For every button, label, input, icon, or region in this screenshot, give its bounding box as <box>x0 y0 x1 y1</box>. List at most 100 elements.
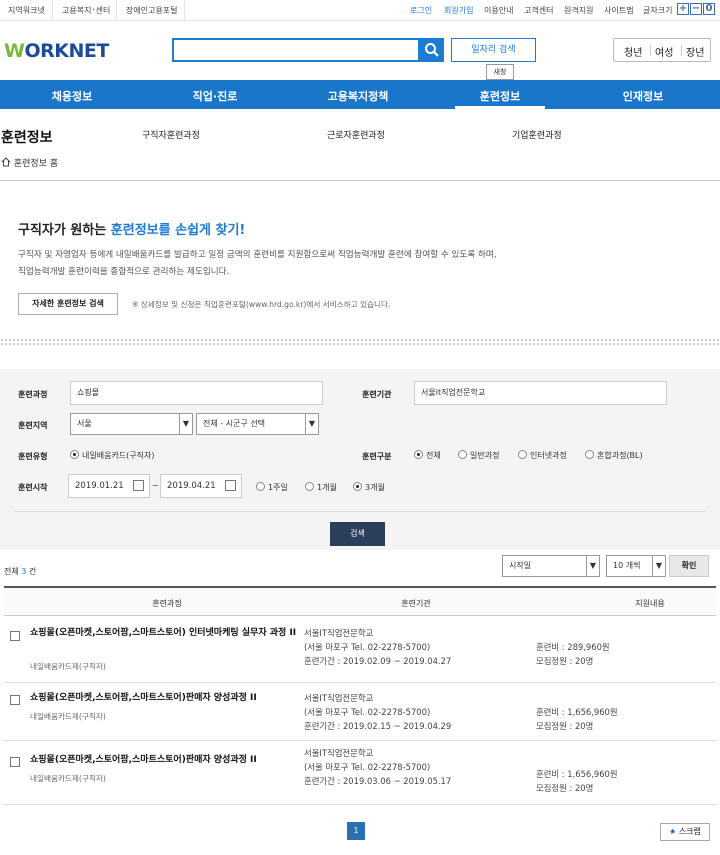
row-checkbox[interactable] <box>10 695 20 705</box>
date-to-input[interactable]: 2019.04.21 <box>160 474 242 498</box>
date-from-input[interactable]: 2019.01.21 <box>68 474 150 498</box>
divider <box>116 0 117 21</box>
org-info: 서울IT직업전문학교 (서울 마포구 Tel. 02-2278-5700) 훈련… <box>304 748 452 786</box>
link-remote-support[interactable]: 원격지원 <box>564 5 593 16</box>
divider <box>14 511 706 512</box>
category-label: 훈련구분 <box>362 452 392 461</box>
course-title-link[interactable]: 쇼핑몰(오픈마켓,스토어팜,스마트스토어)판매자 양성과정 II <box>30 753 300 768</box>
result-count: 전체 3 건 <box>4 567 37 576</box>
nav-job-info[interactable]: 채용정보 <box>52 88 92 104</box>
course-title-link[interactable]: 쇼핑몰(오픈마켓,스토어팜,스마트스토어) 인터넷마케팅 실무자 과정 II <box>30 626 300 641</box>
category-radio-all[interactable]: 전체 <box>414 450 441 461</box>
submenu-jobseeker-training[interactable]: 구직자훈련과정 <box>142 128 200 141</box>
service-note: ※ 상세정보 및 신청은 직업훈련포털(www.hrd.go.kr)에서 서비스… <box>132 300 391 309</box>
job-search-button[interactable]: 일자리 검색 <box>451 38 536 62</box>
link-customer-center[interactable]: 고객센터 <box>524 5 553 16</box>
support-info: 훈련비 : 1,656,960원 모집정원 : 20명 <box>536 707 618 731</box>
link-login[interactable]: 로그인 <box>410 5 432 16</box>
column-course: 훈련과정 <box>152 599 182 608</box>
page-size-select[interactable]: 10 개씩 ▼ <box>606 555 666 577</box>
period-radio-1week[interactable]: 1주일 <box>256 482 288 493</box>
category-radio-internet[interactable]: 인터넷과정 <box>518 450 567 461</box>
chevron-down-icon: ▼ <box>652 556 665 576</box>
category-radio-blended[interactable]: 혼합과정(BL) <box>585 450 643 461</box>
radio-unchecked <box>256 482 265 491</box>
link-sitemap[interactable]: 사이트맵 <box>604 5 633 16</box>
page-title: 훈련정보 <box>1 130 53 146</box>
results-table-header: 훈련과정 훈련기관 지원내용 <box>4 586 716 616</box>
font-decrease-button[interactable]: − <box>690 3 702 15</box>
link-employment-center[interactable]: 고용복지⁺센터 <box>62 5 110 16</box>
sort-select[interactable]: 시작일 ▼ <box>502 555 600 577</box>
submenu-company-training[interactable]: 기업훈련과정 <box>512 128 562 141</box>
font-size-label: 글자크기 <box>643 6 673 15</box>
start-label: 훈련시작 <box>18 483 48 492</box>
district-select[interactable]: 전체 - 시군구 선택 ▼ <box>196 413 319 435</box>
link-regional-worknet[interactable]: 지역워크넷 <box>8 5 45 16</box>
table-row: 쇼핑몰(오픈마켓,스토어팜,스마트스토어)판매자 양성과정 II 내일배움카드제… <box>4 683 716 741</box>
course-input[interactable]: 쇼핑몰 <box>70 381 323 405</box>
chevron-down-icon: ▼ <box>179 414 192 434</box>
region-label: 훈련지역 <box>18 421 48 430</box>
calendar-icon[interactable] <box>133 480 144 491</box>
divider <box>0 180 720 181</box>
course-type: 내일배움카드제(구직자) <box>30 662 106 671</box>
font-increase-button[interactable]: + <box>677 3 689 15</box>
period-radio-3month[interactable]: 3개월 <box>353 482 385 493</box>
org-info: 서울IT직업전문학교 (서울 마포구 Tel. 02-2278-5700) 훈련… <box>304 628 452 666</box>
table-row: 쇼핑몰(오픈마켓,스토어팜,스마트스토어)판매자 양성과정 II 내일배움카드제… <box>4 741 716 805</box>
course-type: 내일배움카드제(구직자) <box>30 712 106 721</box>
radio-unchecked <box>518 450 527 459</box>
chevron-down-icon: ▼ <box>305 414 318 434</box>
divider <box>52 0 53 21</box>
link-disability-portal[interactable]: 장애인고용포털 <box>126 5 178 16</box>
nav-training-info[interactable]: 훈련정보 <box>480 88 520 104</box>
period-radio-1month[interactable]: 1개월 <box>305 482 337 493</box>
main-navigation: 채용정보 직업·진로 고용복지정책 훈련정보 인재정보 <box>0 80 720 109</box>
search-button[interactable] <box>420 38 444 62</box>
scrap-button[interactable]: ★ 스크랩 <box>660 823 710 841</box>
table-row: 쇼핑몰(오픈마켓,스토어팜,스마트스토어) 인터넷마케팅 실무자 과정 II 내… <box>4 616 716 683</box>
breadcrumb[interactable]: 훈련정보 홈 <box>1 156 58 169</box>
link-guide[interactable]: 이용안내 <box>484 5 513 16</box>
type-radio-card[interactable]: 내일배움카드(구직자) <box>70 450 154 461</box>
intro-description: 구직자 및 자영업자 등에게 내일배움카드를 발급하고 일정 금액의 훈련비를 … <box>18 250 497 277</box>
region-select[interactable]: 서울 ▼ <box>70 413 193 435</box>
submenu-worker-training[interactable]: 근로자훈련과정 <box>327 128 385 141</box>
tab-youth[interactable]: 청년 <box>624 44 642 59</box>
column-support: 지원내용 <box>635 599 665 608</box>
category-radio-general[interactable]: 일반과정 <box>458 450 499 461</box>
course-title-link[interactable]: 쇼핑몰(오픈마켓,스토어팜,스마트스토어)판매자 양성과정 II <box>30 691 300 706</box>
detail-training-search-button[interactable]: 자세한 훈련정보 검색 <box>18 293 118 315</box>
support-info: 훈련비 : 289,960원 모집정원 : 20명 <box>536 642 610 666</box>
nav-welfare-policy[interactable]: 고용복지정책 <box>328 88 389 104</box>
font-reset-button[interactable]: 0 <box>703 3 715 15</box>
course-type: 내일배움카드제(구직자) <box>30 774 106 783</box>
date-separator: ~ <box>152 481 159 490</box>
top-utility-bar: 지역워크넷 고용복지⁺센터 장애인고용포털 로그인 회원가입 이용안내 고객센터… <box>0 0 720 21</box>
row-checkbox[interactable] <box>10 631 20 641</box>
org-input[interactable]: 서울it직업전문학교 <box>414 381 667 405</box>
pagination-page-1[interactable]: 1 <box>347 822 365 840</box>
divider <box>681 45 682 56</box>
support-info: 훈련비 : 1,656,960원 모집정원 : 20명 <box>536 769 618 793</box>
org-info: 서울IT직업전문학교 (서울 마포구 Tel. 02-2278-5700) 훈련… <box>304 693 452 731</box>
tab-senior[interactable]: 장년 <box>686 44 704 59</box>
search-submit-button[interactable]: 검색 <box>330 522 385 546</box>
age-group-tabs: 청년 여성 장년 <box>613 38 711 62</box>
chevron-down-icon: ▼ <box>586 556 599 576</box>
row-checkbox[interactable] <box>10 757 20 767</box>
main-search-input[interactable] <box>172 38 420 62</box>
tab-women[interactable]: 여성 <box>655 44 673 59</box>
radio-unchecked <box>585 450 594 459</box>
nav-talent-info[interactable]: 인재정보 <box>623 88 663 104</box>
active-nav-indicator <box>455 106 545 109</box>
link-signup[interactable]: 회원가입 <box>444 5 473 16</box>
dotted-divider <box>0 338 720 346</box>
confirm-button[interactable]: 확인 <box>669 555 709 577</box>
nav-career[interactable]: 직업·진로 <box>193 88 238 104</box>
worknet-logo[interactable]: WORKNET <box>4 40 109 62</box>
course-label: 훈련과정 <box>18 390 48 399</box>
calendar-icon[interactable] <box>225 480 236 491</box>
new-window-tooltip: 새창 <box>486 64 514 80</box>
